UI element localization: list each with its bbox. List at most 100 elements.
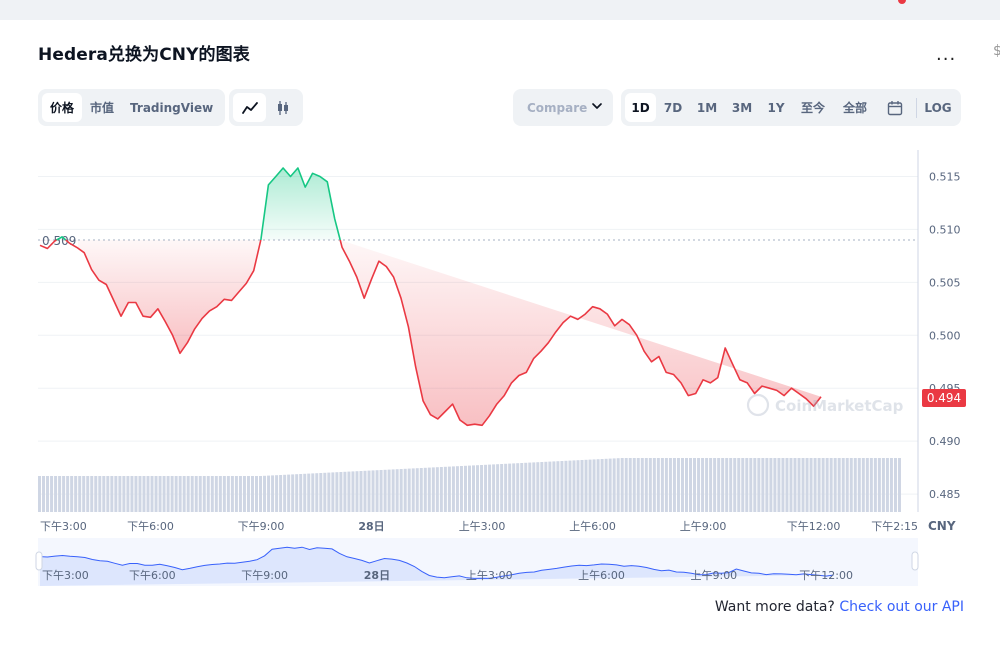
volume-bar <box>757 458 761 512</box>
volume-bar <box>142 476 146 512</box>
volume-bar <box>435 467 439 512</box>
volume-bar <box>829 458 833 512</box>
range-brush[interactable]: 下午3:00 下午6:00 下午9:00 28日 上午3:00 上午6:00 上午9:00 下… <box>35 538 919 586</box>
brush-tick-label: 下午9:00 <box>241 569 288 582</box>
volume-bar <box>295 474 299 512</box>
volume-bar <box>263 475 267 512</box>
x-tick-label: 上午6:00 <box>569 520 616 533</box>
y-tick-label: 0.515 <box>929 170 961 183</box>
volume-bar <box>391 469 395 512</box>
volume-bar <box>214 476 218 512</box>
volume-bar <box>777 458 781 512</box>
x-axis: 下午3:00 下午6:00 下午9:00 28日 上午3:00 上午6:00 上午9:00 下… <box>40 520 918 533</box>
volume-bar <box>246 476 250 512</box>
volume-bar <box>648 458 652 512</box>
volume-bar <box>170 476 174 512</box>
brush-right-handle[interactable] <box>911 551 919 571</box>
x-tick-label: 下午12:00 <box>787 520 841 533</box>
volume-bar <box>250 476 254 512</box>
volume-bar <box>158 476 162 512</box>
volume-bar <box>536 462 540 512</box>
volume-bar <box>496 464 500 512</box>
volume-bar <box>363 470 367 512</box>
volume-bar <box>427 467 431 512</box>
volume-bar <box>825 458 829 512</box>
volume-bar <box>504 463 508 512</box>
volume-bar <box>488 464 492 512</box>
volume-bar <box>190 476 194 512</box>
volume-bar <box>805 458 809 512</box>
x-tick-label: 上午9:00 <box>680 520 727 533</box>
volume-bar <box>38 476 41 512</box>
volume-bar <box>785 458 789 512</box>
volume-bar <box>66 476 70 512</box>
volume-bar <box>323 472 327 512</box>
volume-bar <box>122 476 126 512</box>
footer-text: Want more data? <box>714 599 840 615</box>
volume-bar <box>568 460 572 512</box>
volume-bar <box>689 458 693 512</box>
volume-bar <box>652 458 656 512</box>
volume-bar <box>78 476 82 512</box>
volume-bar <box>186 476 190 512</box>
y-tick-label: 0.510 <box>929 223 961 236</box>
volume-bar <box>206 476 210 512</box>
volume-bar <box>307 473 311 512</box>
volume-bar <box>552 461 556 512</box>
area-fill-down <box>340 240 821 426</box>
volume-bar <box>745 458 749 512</box>
volume-bar <box>351 471 355 512</box>
volume-bar <box>821 458 825 512</box>
volume-bar <box>857 458 861 512</box>
volume-bar <box>134 476 138 512</box>
volume-bar <box>721 458 725 512</box>
volume-bar <box>315 473 319 512</box>
volume-bar <box>556 461 560 512</box>
volume-bar <box>753 458 757 512</box>
y-tick-label: 0.500 <box>929 329 961 342</box>
volume-bar <box>222 476 226 512</box>
volume-bar <box>789 458 793 512</box>
volume-bar <box>198 476 202 512</box>
api-link[interactable]: Check out our API <box>839 599 964 615</box>
brush-tick-label: 上午3:00 <box>466 569 513 582</box>
volume-bar <box>592 459 596 512</box>
volume-bar <box>82 476 86 512</box>
volume-bar <box>106 476 110 512</box>
volume-bar <box>74 476 78 512</box>
x-tick-label: 下午6:00 <box>127 520 174 533</box>
volume-bar <box>162 476 166 512</box>
volume-bar <box>242 476 246 512</box>
volume-bar <box>672 458 676 512</box>
volume-bar <box>725 458 729 512</box>
volume-bar <box>873 458 877 512</box>
volume-bar <box>291 474 295 512</box>
volume-bar <box>881 458 885 512</box>
volume-bar <box>861 458 865 512</box>
volume-bar <box>343 471 347 512</box>
volume-bar <box>841 458 845 512</box>
volume-bar <box>327 472 331 512</box>
volume-bar <box>532 462 536 512</box>
volume-bar <box>596 459 600 512</box>
volume-bar <box>255 476 259 512</box>
volume-bar <box>419 468 423 512</box>
volume-bar <box>166 476 170 512</box>
volume-bar <box>226 476 230 512</box>
volume-bar <box>705 458 709 512</box>
volume-bar <box>311 473 315 512</box>
volume-bar <box>431 467 435 512</box>
volume-bar <box>717 458 721 512</box>
brush-left-handle[interactable] <box>35 551 43 571</box>
volume-bar <box>238 476 242 512</box>
volume-bar <box>588 459 592 512</box>
volume-bar <box>375 470 379 512</box>
volume-bar <box>194 476 198 512</box>
watermark-text: CoinMarketCap <box>775 397 904 415</box>
volume-bar <box>279 475 283 512</box>
volume-bar <box>319 473 323 512</box>
volume-bar <box>640 458 644 512</box>
volume-bar <box>801 458 805 512</box>
volume-bar <box>512 463 516 512</box>
volume-bar <box>528 462 532 512</box>
